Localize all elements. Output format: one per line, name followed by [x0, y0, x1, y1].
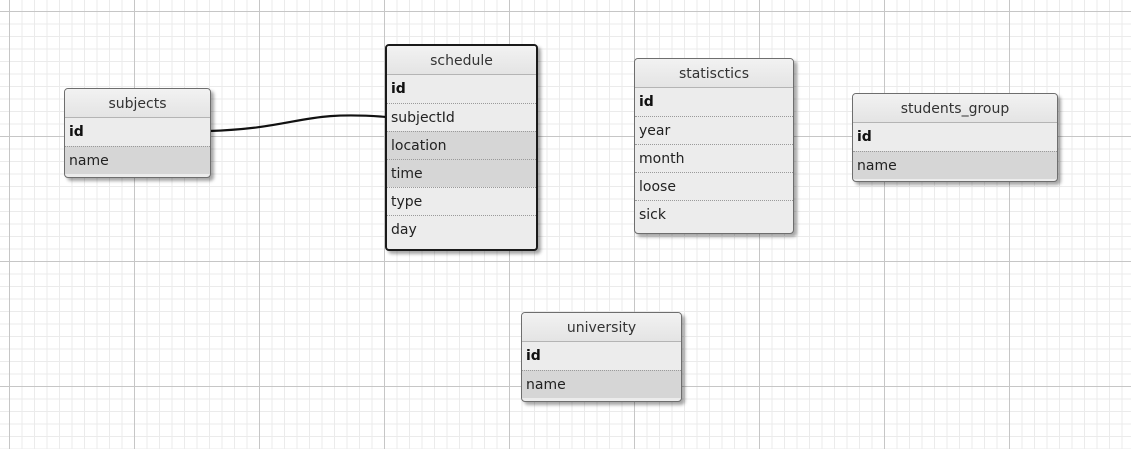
- table-title: statisctics: [635, 59, 793, 88]
- table-title: subjects: [65, 89, 210, 118]
- field-name[interactable]: name: [522, 370, 681, 398]
- field-month[interactable]: month: [635, 144, 793, 172]
- table-title: students_group: [853, 94, 1057, 123]
- table-schedule[interactable]: schedule id subjectId location time type…: [385, 44, 538, 251]
- field-type[interactable]: type: [387, 187, 536, 215]
- table-fields: id name: [65, 118, 210, 174]
- field-sick[interactable]: sick: [635, 200, 793, 228]
- field-loose[interactable]: loose: [635, 172, 793, 200]
- field-name[interactable]: name: [853, 151, 1057, 179]
- field-id[interactable]: id: [65, 118, 210, 146]
- field-id[interactable]: id: [635, 88, 793, 116]
- field-time[interactable]: time: [387, 159, 536, 187]
- table-university[interactable]: university id name: [521, 312, 682, 402]
- field-id[interactable]: id: [853, 123, 1057, 151]
- field-id[interactable]: id: [387, 75, 536, 103]
- field-day[interactable]: day: [387, 215, 536, 243]
- table-fields: id subjectId location time type day: [387, 75, 536, 243]
- table-subjects[interactable]: subjects id name: [64, 88, 211, 178]
- field-id[interactable]: id: [522, 342, 681, 370]
- table-fields: id name: [853, 123, 1057, 179]
- field-name[interactable]: name: [65, 146, 210, 174]
- relation-subjects-schedule[interactable]: [208, 114, 388, 133]
- field-year[interactable]: year: [635, 116, 793, 144]
- field-location[interactable]: location: [387, 131, 536, 159]
- design-canvas[interactable]: subjects id name schedule id subjectId l…: [0, 0, 1131, 449]
- table-fields: id name: [522, 342, 681, 398]
- table-fields: id year month loose sick: [635, 88, 793, 228]
- table-title: schedule: [387, 46, 536, 75]
- table-title: university: [522, 313, 681, 342]
- table-statisctics[interactable]: statisctics id year month loose sick: [634, 58, 794, 234]
- field-subjectid[interactable]: subjectId: [387, 103, 536, 131]
- table-students-group[interactable]: students_group id name: [852, 93, 1058, 182]
